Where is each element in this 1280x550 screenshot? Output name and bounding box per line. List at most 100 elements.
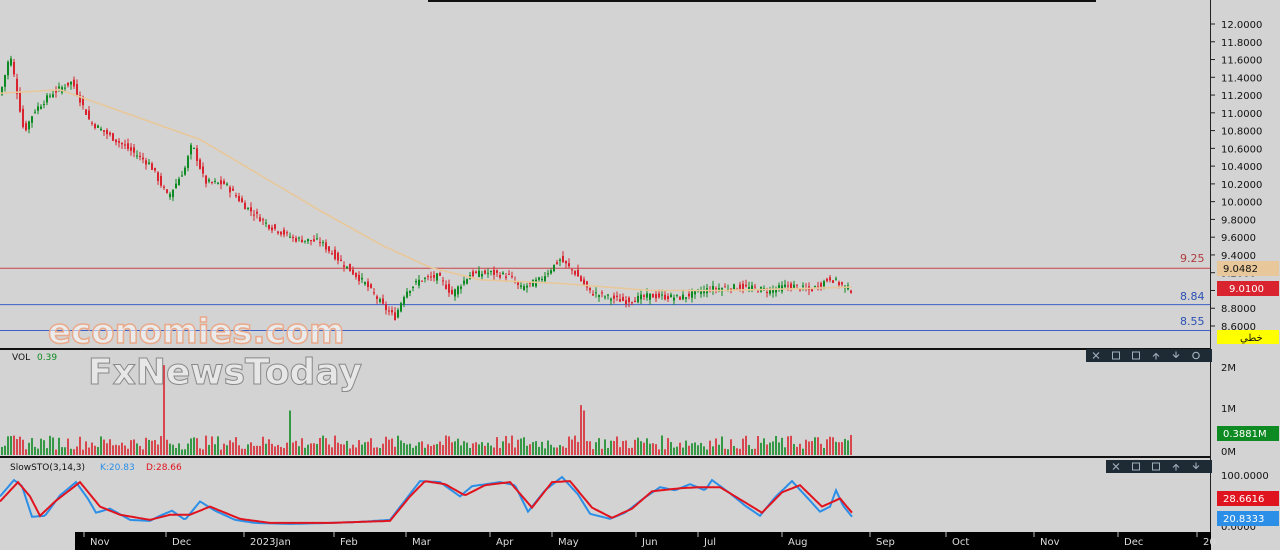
volume-bar	[766, 444, 768, 455]
candle-body	[565, 260, 567, 264]
candle-body	[115, 139, 117, 143]
price-tick-label: 9.6000	[1221, 233, 1256, 244]
volume-bar	[4, 445, 6, 455]
candle-body	[316, 238, 318, 240]
candle-body	[652, 293, 654, 298]
volume-bar	[40, 438, 42, 455]
volume-bar	[247, 444, 249, 455]
volume-bar	[217, 436, 219, 455]
candle-body	[484, 270, 486, 274]
volume-bar	[706, 449, 708, 455]
candle-body	[571, 269, 573, 271]
volume-bar	[556, 447, 558, 455]
time-tick-label: Oct	[952, 537, 969, 548]
volume-bar	[685, 440, 687, 455]
volume-bar	[199, 448, 201, 455]
volume-bar	[271, 443, 273, 455]
last-price-badge-text: 9.0100	[1229, 284, 1264, 295]
candle-body	[229, 187, 231, 193]
candle-body	[205, 175, 207, 184]
level-label-8-84: 8.84	[1180, 290, 1205, 303]
volume-bar	[502, 441, 504, 455]
volume-bar	[760, 442, 762, 455]
candle-body	[13, 61, 15, 75]
candle-body	[487, 272, 489, 274]
candle-body	[70, 81, 72, 85]
candle-body	[541, 279, 543, 281]
volume-bar	[274, 446, 276, 455]
candle-body	[271, 227, 273, 231]
volume-bar	[304, 447, 306, 455]
volume-bar	[814, 437, 816, 455]
volume-bar	[124, 445, 126, 455]
volume-bar	[658, 449, 660, 455]
volume-bar	[721, 436, 723, 455]
candle-body	[238, 195, 240, 202]
volume-bar	[259, 445, 261, 455]
volume-bar	[256, 445, 258, 455]
candle-body	[364, 282, 366, 285]
volume-bar	[445, 435, 447, 455]
volume-bar	[358, 440, 360, 455]
candle-body	[139, 155, 141, 157]
candle-body	[208, 179, 210, 182]
candle-body	[175, 183, 177, 189]
candle-body	[454, 289, 456, 297]
volume-bar	[772, 441, 774, 455]
candle-body	[655, 294, 657, 299]
volume-bar	[550, 444, 552, 455]
volume-bar	[85, 441, 87, 455]
volume-bar	[622, 440, 624, 455]
candle-body	[322, 242, 324, 244]
candle-body	[442, 280, 444, 282]
volume-bar	[127, 448, 129, 455]
volume-bar	[319, 437, 321, 455]
candle-body	[385, 304, 387, 311]
candle-body	[538, 277, 540, 280]
candle-body	[346, 266, 348, 269]
volume-bar	[493, 447, 495, 455]
candle-body	[436, 273, 438, 281]
volume-bar	[262, 436, 264, 455]
volume-bar	[424, 447, 426, 455]
volume-bar	[646, 438, 648, 455]
candle-body	[121, 142, 123, 145]
candle-body	[313, 239, 315, 242]
candle-body	[472, 271, 474, 276]
candle-body	[145, 160, 147, 165]
candle-body	[127, 143, 129, 149]
candle-body	[481, 273, 483, 277]
candle-body	[334, 249, 336, 260]
volume-bar	[1, 446, 3, 455]
volume-bar	[166, 439, 168, 455]
candle-body	[499, 275, 501, 278]
candle-body	[829, 277, 831, 281]
volume-bar	[7, 436, 9, 455]
volume-bar	[64, 447, 66, 455]
volume-bar	[58, 437, 60, 455]
volume-bar	[289, 410, 291, 455]
volume-bar	[382, 443, 384, 455]
candle-body	[211, 181, 213, 183]
volume-bar	[334, 435, 336, 455]
volume-bar	[364, 442, 366, 455]
time-tick-label: Nov	[90, 537, 110, 548]
stoch-k-label: K:20.83	[100, 463, 135, 473]
volume-bar	[808, 441, 810, 455]
candle-body	[700, 291, 702, 294]
candle-body	[37, 106, 39, 111]
candle-body	[28, 121, 30, 130]
candle-body	[745, 284, 747, 287]
candle-body	[754, 286, 756, 288]
volume-bar	[331, 447, 333, 455]
volume-bar	[55, 449, 57, 455]
candle-body	[97, 125, 99, 128]
volume-bar	[823, 447, 825, 455]
candle-body	[25, 123, 27, 131]
volume-bar	[811, 441, 813, 455]
candle-body	[202, 166, 204, 174]
candle-body	[589, 287, 591, 291]
volume-bar	[832, 437, 834, 455]
candle-body	[280, 231, 282, 235]
volume-bar	[679, 442, 681, 455]
